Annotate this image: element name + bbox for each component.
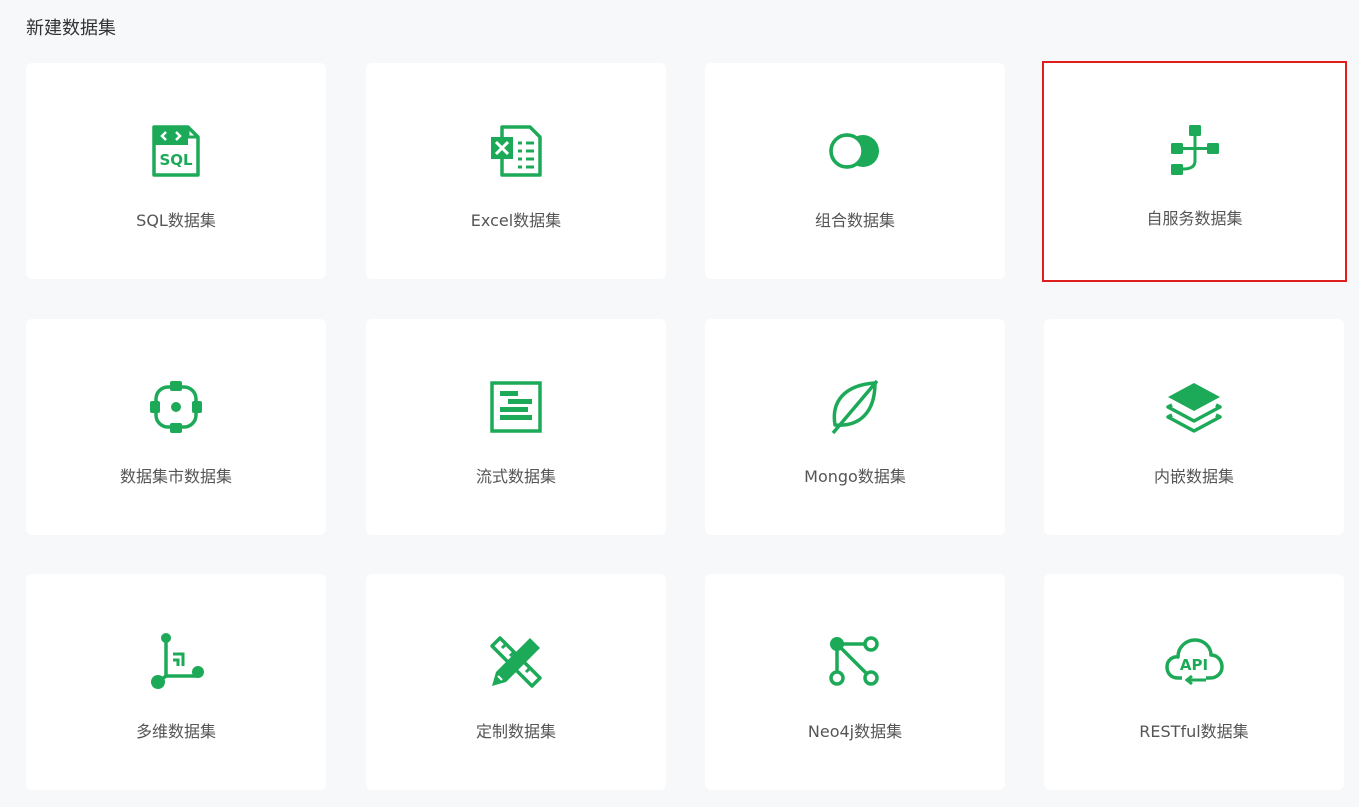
cube-axes-icon xyxy=(146,632,206,692)
dataset-card-self-service[interactable]: 自服务数据集 xyxy=(1042,61,1347,282)
card-label: 流式数据集 xyxy=(475,467,556,486)
page-title: 新建数据集 xyxy=(26,18,116,39)
dataset-card-multidimensional[interactable]: 多维数据集 xyxy=(26,574,326,790)
layers-icon xyxy=(1164,377,1224,437)
card-label: 内嵌数据集 xyxy=(1153,467,1234,486)
card-label: RESTful数据集 xyxy=(1139,722,1249,741)
dataset-card-datamart[interactable]: 数据集市数据集 xyxy=(26,319,326,535)
graph-nodes-icon xyxy=(825,632,885,692)
venn-circles-icon xyxy=(825,121,885,181)
target-circle-icon xyxy=(146,377,206,437)
dataset-card-combined[interactable]: 组合数据集 xyxy=(705,63,1005,279)
sql-file-icon: SQL xyxy=(146,121,206,181)
excel-file-icon xyxy=(486,121,546,181)
card-label: 定制数据集 xyxy=(475,722,556,741)
card-label: 组合数据集 xyxy=(814,211,895,230)
card-label: Neo4j数据集 xyxy=(807,722,903,741)
dataset-card-restful[interactable]: API RESTful数据集 xyxy=(1044,574,1344,790)
dataset-card-embedded[interactable]: 内嵌数据集 xyxy=(1044,319,1344,535)
svg-text:SQL: SQL xyxy=(159,151,193,169)
dataset-card-sql[interactable]: SQL SQL数据集 xyxy=(26,63,326,279)
svg-text:API: API xyxy=(1180,656,1208,674)
card-label: 数据集市数据集 xyxy=(119,467,232,486)
dataset-card-stream[interactable]: 流式数据集 xyxy=(366,319,666,535)
card-label: Mongo数据集 xyxy=(804,467,906,486)
stream-list-icon xyxy=(486,377,546,437)
flow-nodes-icon xyxy=(1165,119,1225,179)
card-label: 自服务数据集 xyxy=(1146,209,1243,228)
card-label: SQL数据集 xyxy=(136,211,216,230)
pencil-ruler-icon xyxy=(486,632,546,692)
card-label: Excel数据集 xyxy=(470,211,562,230)
api-cloud-icon: API xyxy=(1164,632,1224,692)
dataset-card-mongo[interactable]: Mongo数据集 xyxy=(705,319,1005,535)
dataset-card-neo4j[interactable]: Neo4j数据集 xyxy=(705,574,1005,790)
dataset-card-excel[interactable]: Excel数据集 xyxy=(366,63,666,279)
leaf-icon xyxy=(825,377,885,437)
dataset-card-custom[interactable]: 定制数据集 xyxy=(366,574,666,790)
card-label: 多维数据集 xyxy=(135,722,216,741)
